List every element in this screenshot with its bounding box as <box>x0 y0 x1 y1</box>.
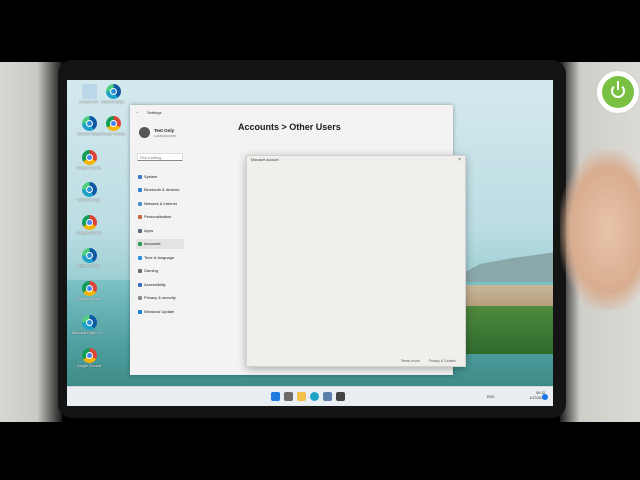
sidebar-item-accessibility[interactable]: Accessibility <box>136 280 184 290</box>
logo-circle <box>602 76 634 108</box>
notification-icon[interactable] <box>542 394 548 400</box>
microsoft-account-dialog: Microsoft account × Terms of use Privacy… <box>246 155 466 367</box>
sidebar-item-system[interactable]: System <box>136 172 184 182</box>
sidebar-item-network[interactable]: Network & internet <box>136 199 184 209</box>
dialog-title: Microsoft account <box>251 158 279 162</box>
edge-icon <box>81 315 97 330</box>
sidebar-item-label: System <box>144 174 158 179</box>
sidebar-item-apps[interactable]: Apps <box>136 226 184 236</box>
desktop-icon-label: Microsoft Edge <box>77 198 101 202</box>
background-left <box>0 62 62 422</box>
shield-icon <box>138 296 142 300</box>
store-icon[interactable] <box>323 392 332 401</box>
channel-logo <box>596 70 640 114</box>
accessibility-icon <box>138 283 142 287</box>
desktop-icon[interactable]: Microsoft Edge - Co... <box>70 315 108 335</box>
desktop-icon-label: Google Chrome <box>76 364 102 368</box>
user-account-type: Local account <box>154 134 176 138</box>
desktop-icon[interactable]: Microsoft Edge <box>70 248 108 268</box>
sidebar-item-label: Privacy & security <box>144 295 176 300</box>
globe-icon <box>138 256 142 260</box>
desktop-icon-label: Google Chrome <box>76 231 102 235</box>
user-name: Test Only <box>154 128 175 133</box>
update-icon <box>138 310 142 314</box>
desktop-icon-label: Microsoft Edge <box>101 100 125 104</box>
power-bar <box>617 81 619 90</box>
page-title: Accounts > Other Users <box>238 122 341 132</box>
sidebar-item-label: Network & internet <box>144 201 177 206</box>
sidebar-item-windows-update[interactable]: Windows Update <box>136 307 184 317</box>
desktop-icon-label: Google Chrome <box>76 166 102 170</box>
wallpaper-grass <box>452 306 553 354</box>
sidebar-item-label: Accessibility <box>144 282 166 287</box>
window-title: Settings <box>147 110 162 115</box>
sidebar-item-personalization[interactable]: Personalization <box>136 212 184 222</box>
tray-language[interactable]: ENG <box>487 395 495 399</box>
desktop-icon-label: Microsoft Edge - Co... <box>72 331 106 335</box>
desktop-icon[interactable]: Google Chrome <box>70 150 108 170</box>
sidebar-item-gaming[interactable]: Gaming <box>136 266 184 276</box>
edge-icon <box>81 182 97 197</box>
chrome-icon <box>105 116 121 131</box>
desktop-icon[interactable]: Google Chrome <box>70 281 108 301</box>
bluetooth-icon <box>138 188 142 192</box>
back-arrow-icon[interactable]: ← <box>135 109 140 115</box>
sidebar-item-privacy[interactable]: Privacy & security <box>136 293 184 303</box>
desktop-icon[interactable]: Google Chrome <box>70 215 108 235</box>
chrome-icon <box>81 150 97 165</box>
wifi-icon <box>138 202 142 206</box>
desktop-icon-label: Microsoft Edge <box>77 264 101 268</box>
sidebar-item-label: Gaming <box>144 268 159 273</box>
settings-window: ← Settings Test Only Local account Find … <box>130 105 466 375</box>
system-icon <box>138 175 142 179</box>
search-icon[interactable] <box>284 392 293 401</box>
sidebar-item-bluetooth[interactable]: Bluetooth & devices <box>136 185 184 195</box>
desktop-icon-label: Google Chrome <box>76 297 102 301</box>
gamepad-icon <box>138 269 142 273</box>
avatar <box>139 127 150 138</box>
edge-icon <box>81 248 97 263</box>
privacy-cookies-link[interactable]: Privacy & Cookies <box>429 359 456 363</box>
sidebar-item-label: Bluetooth & devices <box>144 187 180 192</box>
desktop-icon-label: Google Chrome <box>100 132 126 136</box>
sidebar-item-time-language[interactable]: Time & language <box>136 253 184 263</box>
close-icon[interactable]: × <box>458 157 461 163</box>
desktop-icon[interactable]: Microsoft Edge <box>70 182 108 202</box>
desktop-icon[interactable]: Google Chrome <box>94 116 132 136</box>
chrome-icon <box>81 348 97 363</box>
settings-gear-icon[interactable] <box>336 392 345 401</box>
desktop-icon[interactable]: Google Chrome <box>70 348 108 368</box>
apps-icon <box>138 229 142 233</box>
person-icon <box>138 242 142 246</box>
taskbar: ENG 09:12 1/17/2022 <box>67 386 553 406</box>
edge-icon[interactable] <box>310 392 319 401</box>
wallpaper-reeds <box>452 285 553 307</box>
chrome-icon <box>81 215 97 230</box>
file-explorer-icon[interactable] <box>297 392 306 401</box>
sidebar-item-label: Personalization <box>144 214 172 219</box>
brush-icon <box>138 215 142 219</box>
start-icon[interactable] <box>271 392 280 401</box>
desktop-icon[interactable]: Microsoft Edge <box>94 84 132 104</box>
terms-of-use-link[interactable]: Terms of use <box>401 359 420 363</box>
tablet-screen: Recycle Bin Microsoft Edge Microsoft Edg… <box>67 80 553 406</box>
sidebar-item-label: Apps <box>144 228 154 233</box>
sidebar-item-label: Windows Update <box>144 309 175 314</box>
sidebar-item-label: Time & language <box>144 255 175 260</box>
hand <box>560 150 640 310</box>
sidebar-item-label: Accounts <box>144 241 161 246</box>
sidebar-item-accounts[interactable]: Accounts <box>136 239 184 249</box>
edge-icon <box>105 84 121 99</box>
chrome-icon <box>81 281 97 296</box>
search-input[interactable]: Find a setting <box>137 153 183 161</box>
